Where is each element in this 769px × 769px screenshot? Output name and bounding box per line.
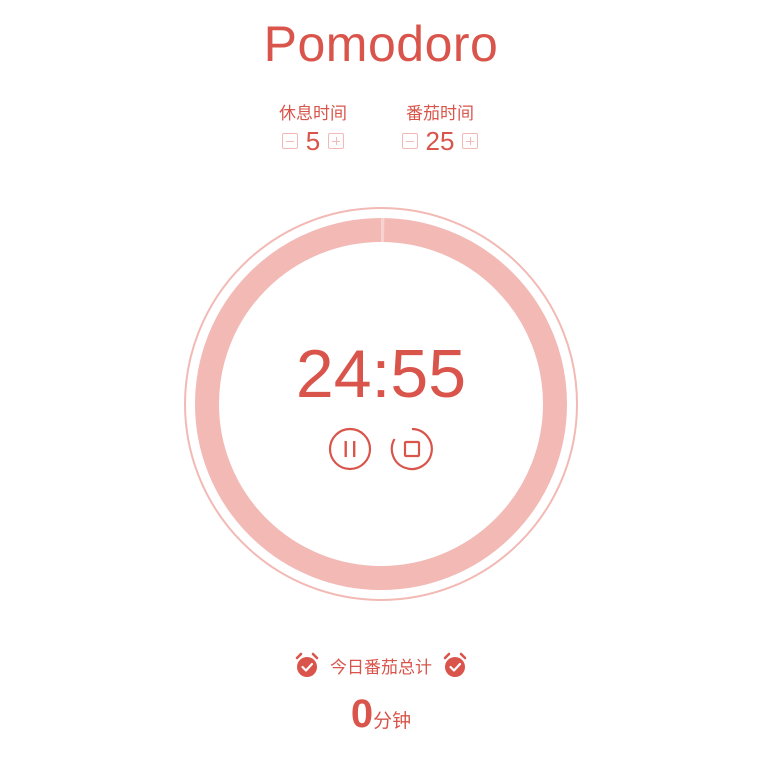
- stop-circle-icon: [390, 427, 433, 471]
- pomodoro-app: Pomodoro 休息时间 5 番茄时间 25 24:55 今日番茄总计 0分钟: [0, 0, 769, 769]
- pause-circle-icon: [328, 427, 372, 471]
- daily-total-value: 0: [350, 692, 374, 736]
- daily-summary-label: 今日番茄总计: [330, 657, 432, 678]
- stop-button[interactable]: [390, 427, 434, 471]
- alarm-clock-check-icon: [443, 652, 467, 677]
- timer-display: 24:55: [295, 336, 467, 412]
- alarm-clock-check-icon: [295, 652, 319, 677]
- daily-total: 0分钟: [0, 692, 762, 737]
- daily-total-unit: 分钟: [373, 710, 412, 732]
- daily-summary: 今日番茄总计: [0, 652, 762, 678]
- pause-button[interactable]: [328, 427, 372, 471]
